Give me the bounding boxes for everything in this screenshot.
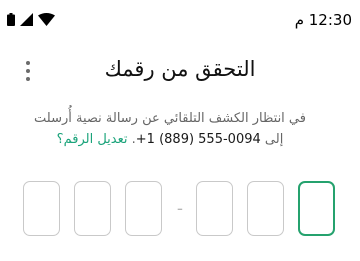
description-line-1: في انتظار الكشف التلقائي عن رسالة نصية أ… bbox=[34, 111, 306, 126]
code-digit-box-active[interactable] bbox=[298, 181, 335, 236]
verify-number-screen: 12:30 م التحقق من رقمك في انتظار الكشف ا… bbox=[0, 0, 360, 261]
more-vertical-icon-dot bbox=[26, 77, 30, 81]
code-digit-box[interactable] bbox=[196, 181, 233, 236]
code-digit-box[interactable] bbox=[247, 181, 284, 236]
more-vertical-icon bbox=[26, 61, 30, 65]
code-digit-box[interactable] bbox=[23, 181, 60, 236]
verification-code-input: - bbox=[0, 181, 360, 236]
more-vertical-icon-dot bbox=[26, 69, 30, 73]
page-title: التحقق من رقمك bbox=[104, 57, 256, 81]
phone-number: +1 (889) 555-0094 bbox=[135, 132, 261, 147]
more-options-button[interactable] bbox=[20, 59, 36, 83]
description-line-2: إلى +1 (889) 555-0094. تعديل الرقم؟ bbox=[20, 129, 320, 150]
status-icons bbox=[7, 13, 55, 26]
description-prefix: إلى bbox=[264, 132, 284, 147]
signal-icon bbox=[20, 13, 33, 26]
wifi-icon bbox=[38, 13, 55, 26]
edit-number-link[interactable]: تعديل الرقم؟ bbox=[57, 132, 128, 147]
code-digit-box[interactable] bbox=[74, 181, 111, 236]
battery-icon bbox=[7, 13, 15, 26]
code-separator: - bbox=[176, 199, 184, 219]
status-time: 12:30 م bbox=[294, 11, 352, 29]
status-bar: 12:30 م bbox=[0, 0, 360, 40]
code-digit-box[interactable] bbox=[125, 181, 162, 236]
verification-description: في انتظار الكشف التلقائي عن رسالة نصية أ… bbox=[20, 108, 320, 150]
